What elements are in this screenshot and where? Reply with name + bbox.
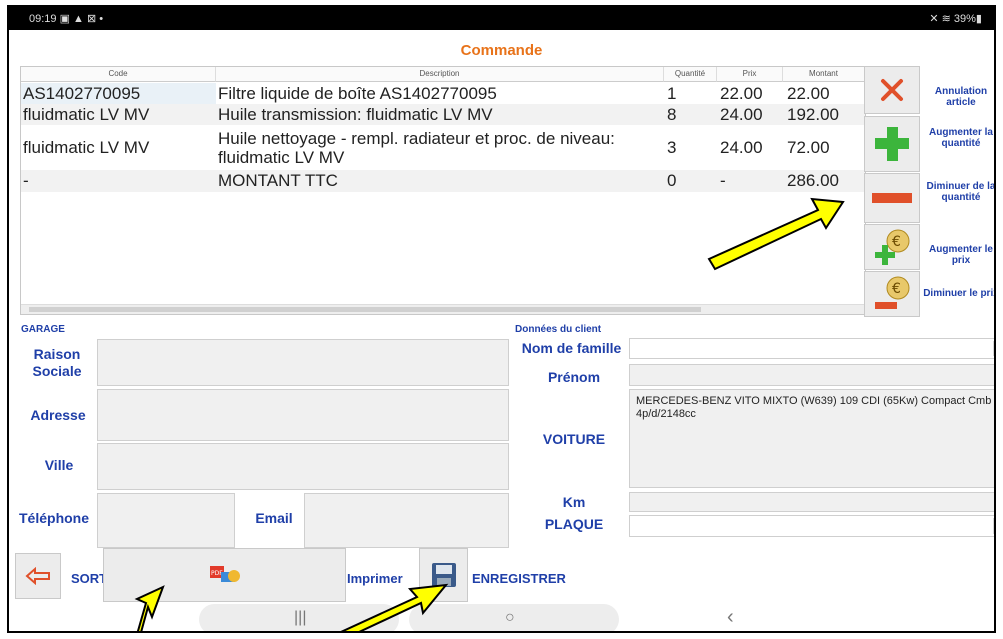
status-bar: 09:19 ▣ ▲ ⊠ • ✕ ≋ 39%▮ <box>9 7 994 30</box>
email-label: Email <box>255 510 293 526</box>
back-nav-button[interactable]: ‹ <box>727 606 734 629</box>
nom-field[interactable] <box>629 338 994 359</box>
increase-price-button[interactable]: € <box>864 224 920 270</box>
back-arrow-icon <box>25 567 50 585</box>
ville-field[interactable] <box>97 443 509 490</box>
cancel-item-button[interactable] <box>864 66 920 114</box>
cell-montant: 72.00 <box>787 137 830 157</box>
recents-button[interactable]: ||| <box>294 609 306 627</box>
cell-prix: 24.00 <box>720 137 763 157</box>
plus-icon <box>875 127 909 161</box>
plaque-field[interactable] <box>629 515 994 537</box>
voiture-label: VOITURE <box>542 431 606 447</box>
cell-code: - <box>23 171 29 190</box>
clock: 09:19 <box>29 13 57 25</box>
adresse-field[interactable] <box>97 389 509 441</box>
pdf-export-button[interactable]: PDF <box>103 548 346 602</box>
cell-prix: 24.00 <box>720 104 763 124</box>
email-field[interactable] <box>304 493 509 548</box>
cell-montant: 192.00 <box>787 104 839 124</box>
table-row[interactable]: fluidmatic LV MV Huile transmission: flu… <box>21 104 865 125</box>
col-header-description[interactable]: Description <box>216 67 664 82</box>
minus-icon <box>872 193 912 203</box>
garage-section-title: GARAGE <box>21 324 65 335</box>
svg-text:€: € <box>892 281 901 297</box>
cell-code: fluidmatic LV MV <box>23 137 150 157</box>
plaque-field-scrollbar <box>993 518 994 534</box>
prenom-label: Prénom <box>547 369 601 385</box>
col-header-quantite[interactable]: Quantité <box>664 67 717 82</box>
decrease-qty-label[interactable]: Diminuer de la quantité <box>921 181 994 203</box>
plaque-label: PLAQUE <box>544 516 604 532</box>
cell-description: MONTANT TTC <box>218 171 338 190</box>
col-header-prix[interactable]: Prix <box>717 67 783 82</box>
voiture-value: MERCEDES-BENZ VITO MIXTO (W639) 109 CDI … <box>636 395 992 420</box>
euro-plus-icon: € <box>875 229 910 265</box>
imprimer-label[interactable]: Imprimer <box>347 571 403 586</box>
cell-code: AS1402770095 <box>21 83 216 104</box>
decrease-qty-button[interactable] <box>864 173 920 223</box>
telephone-field[interactable] <box>97 493 235 548</box>
adresse-label: Adresse <box>30 407 86 423</box>
voiture-field[interactable]: MERCEDES-BENZ VITO MIXTO (W639) 109 CDI … <box>629 389 994 488</box>
cell-prix: 22.00 <box>720 83 763 103</box>
decrease-price-button[interactable]: € <box>864 271 920 317</box>
cell-quantite: 3 <box>667 137 677 157</box>
increase-price-label[interactable]: Augmenter le prix <box>921 244 994 266</box>
back-button[interactable] <box>15 553 61 599</box>
cell-prix: - <box>720 171 726 190</box>
increase-qty-button[interactable] <box>864 116 920 172</box>
table-row[interactable]: fluidmatic LV MV Huile nettoyage - rempl… <box>21 125 865 170</box>
app-window: 09:19 ▣ ▲ ⊠ • ✕ ≋ 39%▮ Commande Code Des… <box>7 5 996 633</box>
page-title: Commande <box>460 42 543 59</box>
table-row[interactable]: - MONTANT TTC 0 - 286.00 <box>21 170 865 192</box>
table-scrollbar-thumb[interactable] <box>29 307 701 312</box>
cell-code: fluidmatic LV MV <box>23 104 150 124</box>
col-header-montant[interactable]: Montant <box>783 67 865 82</box>
save-icon <box>431 563 456 587</box>
table-row[interactable]: AS1402770095 Filtre liquide de boîte AS1… <box>21 83 865 104</box>
nom-field-scrollbar <box>993 341 994 356</box>
cell-description: Huile nettoyage - rempl. radiateur et pr… <box>218 128 615 167</box>
cell-quantite: 0 <box>667 171 677 190</box>
prenom-field[interactable] <box>629 364 994 386</box>
save-button[interactable] <box>419 548 468 602</box>
close-icon <box>881 79 903 101</box>
client-section-title: Données du client <box>515 324 602 335</box>
cancel-item-label[interactable]: Annulation article <box>921 86 994 108</box>
telephone-label: Téléphone <box>19 510 90 526</box>
order-table[interactable]: Code Description Quantité Prix Montant A… <box>20 66 866 315</box>
pdf-icon: PDF <box>209 566 240 582</box>
euro-minus-icon: € <box>875 276 910 309</box>
enregistrer-label[interactable]: ENREGISTRER <box>472 571 566 586</box>
system-nav-bar: ||| ○ ‹ <box>9 604 994 631</box>
status-left: 09:19 ▣ ▲ ⊠ • <box>29 12 103 25</box>
nom-label: Nom de famille <box>521 340 622 356</box>
cell-description: Filtre liquide de boîte AS1402770095 <box>218 83 497 103</box>
cell-description: Huile transmission: fluidmatic LV MV <box>218 104 493 124</box>
table-scrollbar[interactable] <box>21 304 865 314</box>
cell-montant: 22.00 <box>787 83 830 103</box>
raison-sociale-field[interactable] <box>97 339 509 386</box>
svg-text:€: € <box>892 234 901 250</box>
status-left-icons: ▣ ▲ ⊠ • <box>59 13 104 25</box>
home-button[interactable]: ○ <box>505 609 515 627</box>
raison-sociale-label: Raison Sociale <box>32 346 82 379</box>
increase-qty-label[interactable]: Augmenter la quantité <box>921 127 994 149</box>
status-right-icons: ✕ ≋ 39%▮ <box>929 13 982 25</box>
km-label: Km <box>562 494 586 510</box>
decrease-price-label[interactable]: Diminuer le prix <box>921 288 994 299</box>
ville-label: Ville <box>44 457 74 473</box>
cell-montant: 286.00 <box>787 171 839 190</box>
col-header-code[interactable]: Code <box>21 67 216 82</box>
cell-quantite: 1 <box>667 83 677 103</box>
cell-quantite: 8 <box>667 104 677 124</box>
km-field[interactable] <box>629 492 994 512</box>
